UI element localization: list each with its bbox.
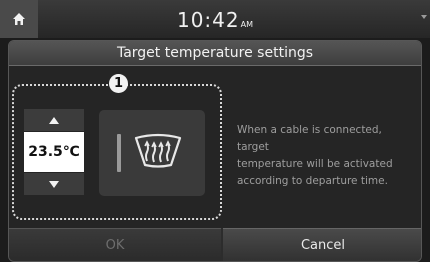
defrost-toggle-button[interactable] [99, 110, 205, 196]
defrost-indicator [117, 134, 121, 172]
dialog-content: 1 23.5℃ When a cable is connected, targe… [9, 66, 421, 228]
temperature-value: 23.5℃ [24, 132, 84, 172]
info-message: When a cable is connected, target temper… [237, 122, 421, 190]
info-line: target [237, 141, 269, 153]
status-bar: 10:42AM [0, 0, 430, 38]
clock-ampm: AM [240, 20, 253, 29]
triangle-up-icon [49, 116, 59, 124]
clock-time: 10:42 [176, 8, 240, 32]
info-line: temperature will be activated [237, 158, 393, 170]
info-line: When a cable is connected, [237, 124, 382, 136]
clock: 10:42AM [0, 8, 430, 32]
temperature-down-button[interactable] [24, 173, 84, 195]
callout-marker: 1 [109, 74, 128, 93]
cancel-button[interactable]: Cancel [223, 228, 421, 261]
info-line: according to departure time. [237, 175, 388, 187]
rear-defrost-icon [134, 133, 182, 168]
target-temperature-dialog: Target temperature settings 1 23.5℃ When… [8, 40, 422, 262]
ok-button[interactable]: OK [9, 228, 221, 261]
signal-icon [421, 15, 427, 19]
dialog-title: Target temperature settings [9, 41, 421, 66]
temperature-stepper: 23.5℃ [24, 109, 84, 195]
triangle-down-icon [49, 180, 59, 188]
temperature-up-button[interactable] [24, 109, 84, 131]
